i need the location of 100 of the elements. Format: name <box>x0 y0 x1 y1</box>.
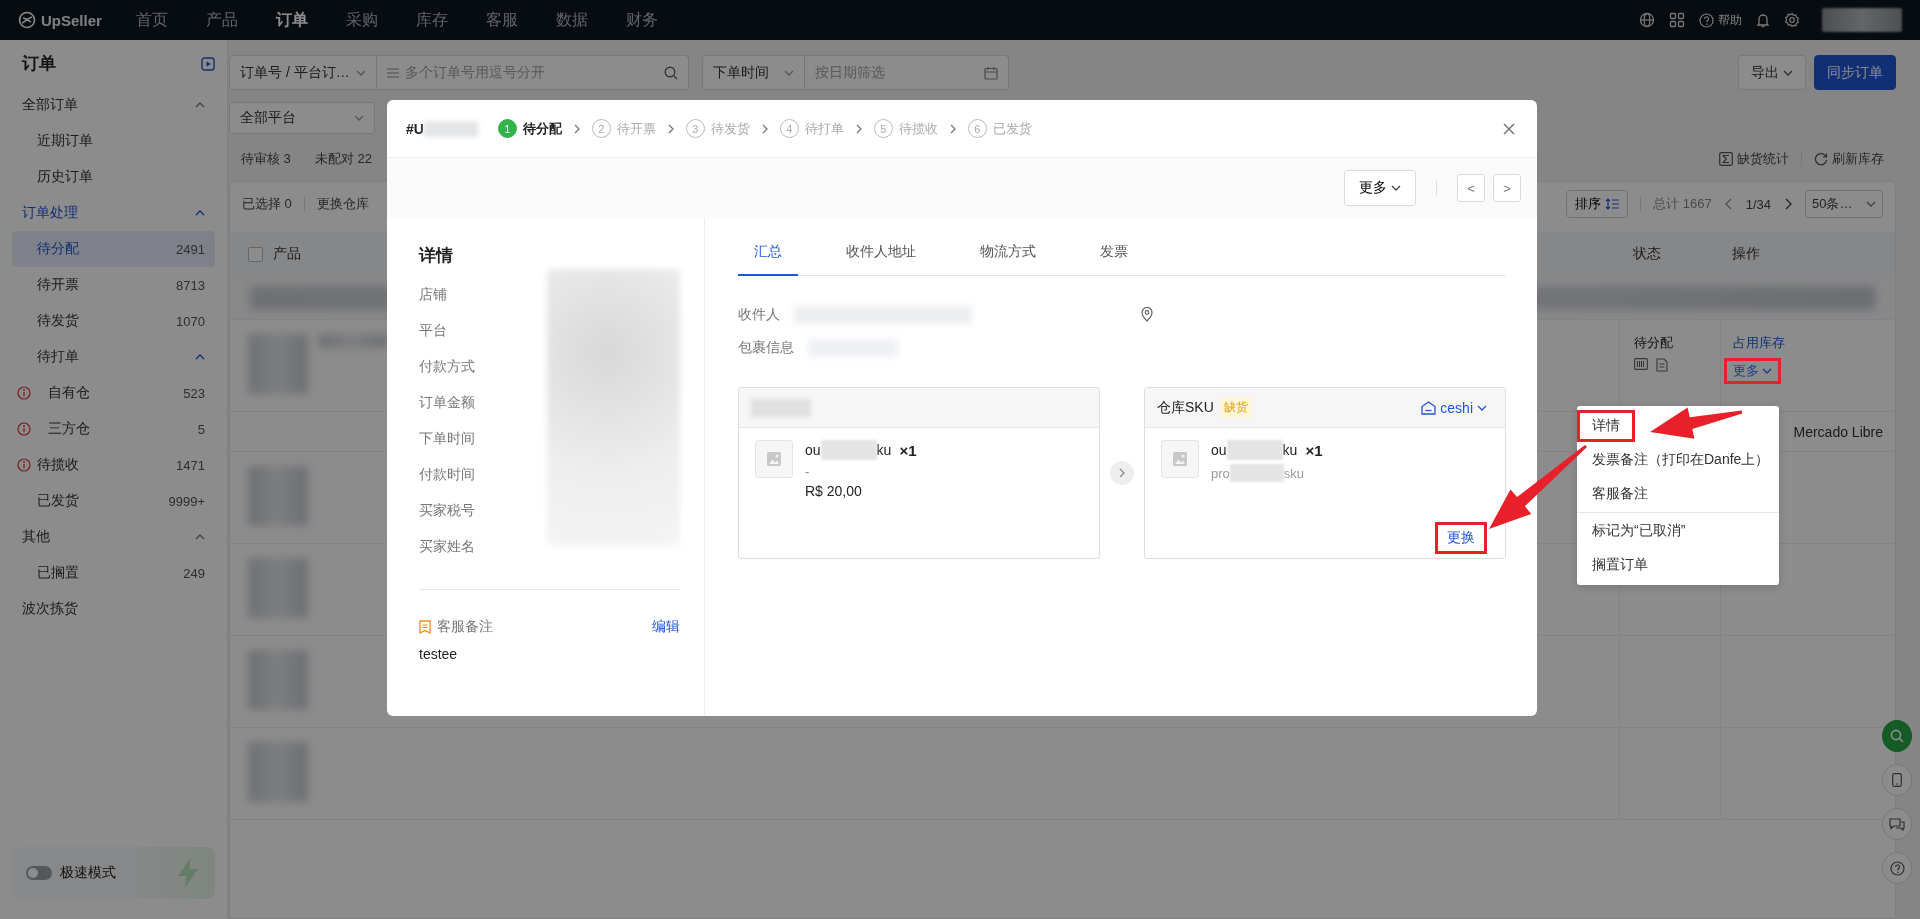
sort-button[interactable]: 排序 <box>1566 190 1629 218</box>
field-label: 买家姓名 <box>419 537 476 556</box>
menu-item[interactable]: 详情 <box>1577 410 1635 442</box>
platform-select[interactable]: 全部平台 <box>229 102 375 134</box>
toggle-switch[interactable] <box>26 866 52 880</box>
chevron-down-icon <box>1477 404 1487 411</box>
field-label: 付款方式 <box>419 357 476 376</box>
sidebar-item[interactable]: 自有仓 523 <box>12 375 215 411</box>
nav-item[interactable]: 财务 <box>625 9 658 31</box>
logo-text: UpSeller <box>41 11 102 29</box>
settings-icon[interactable] <box>1784 12 1800 28</box>
phone-button[interactable] <box>1882 764 1912 796</box>
variant-text: - <box>805 464 811 479</box>
blurred-region <box>1226 440 1283 460</box>
play-icon[interactable] <box>201 56 215 71</box>
search-button[interactable] <box>1882 720 1912 752</box>
chevron-down-icon <box>354 115 364 121</box>
product-name: ou <box>1211 442 1227 458</box>
sidebar-item[interactable]: 近期订单 <box>12 123 215 159</box>
nav-item[interactable]: 产品 <box>205 9 238 31</box>
avatar[interactable] <box>1822 8 1902 32</box>
sku-text: pro <box>1211 465 1230 481</box>
action-link[interactable]: 占用库存 <box>1733 334 1785 352</box>
price: R$ 20,00 <box>805 483 863 499</box>
sidebar-item[interactable]: 待分配 2491 <box>12 231 215 267</box>
progress-step: 2 待开票 <box>591 119 656 138</box>
menu-item[interactable]: 客服备注 <box>1577 478 1663 510</box>
progress-step: 1 待分配 <box>497 119 562 138</box>
bell-icon[interactable] <box>1756 12 1770 28</box>
nav-item[interactable]: 订单 <box>275 9 308 31</box>
field-label: 买家税号 <box>419 501 476 520</box>
time-field-select[interactable]: 下单时间 <box>702 55 805 90</box>
sidebar-item[interactable]: 已搁置 249 <box>12 555 215 591</box>
blurred-region <box>248 466 308 526</box>
tab[interactable]: 物流方式 <box>964 230 1052 276</box>
progress-step: 3 待发货 <box>685 119 750 138</box>
blurred-region <box>248 558 308 618</box>
export-button[interactable]: 导出 <box>1738 55 1806 90</box>
search-icon[interactable] <box>664 65 678 80</box>
sidebar-group[interactable]: 订单处理 <box>12 195 215 231</box>
stock-tag: 缺货 <box>1219 397 1252 418</box>
checkbox[interactable] <box>248 246 263 262</box>
sidebar-item[interactable]: 已发货 9999+ <box>12 483 215 519</box>
more-dropdown[interactable]: 更多 <box>1724 358 1781 384</box>
order-field-select[interactable]: 订单号 / 平台订… <box>229 55 377 90</box>
sidebar-group[interactable]: 波次拣货 <box>12 591 215 627</box>
nav-item[interactable]: 首页 <box>135 9 168 31</box>
sidebar-item[interactable]: 待发货 1070 <box>12 303 215 339</box>
menu-item[interactable]: 发票备注（打印在Danfe上） <box>1577 444 1785 476</box>
page-size-select[interactable]: 50条… <box>1805 190 1883 218</box>
image-icon <box>767 452 781 466</box>
menu-item[interactable]: 标记为“已取消” <box>1577 515 1701 547</box>
nav-item[interactable]: 库存 <box>415 9 448 31</box>
menu-item[interactable]: 搁置订单 <box>1577 549 1663 581</box>
previous-button[interactable]: < <box>1457 174 1485 202</box>
field-label: 店铺 <box>419 285 448 304</box>
location-pin-icon[interactable] <box>1141 307 1153 322</box>
sidebar-item[interactable]: 待打单 <box>12 339 215 375</box>
status-count[interactable]: 待审核 3 <box>241 149 291 168</box>
nav-item[interactable]: 数据 <box>555 9 588 31</box>
nav-item[interactable]: 客服 <box>485 9 518 31</box>
tab[interactable]: 汇总 <box>738 230 798 276</box>
shortage-stats-link[interactable]: 缺货统计 <box>1707 149 1801 168</box>
more-button[interactable]: 更多 <box>1344 170 1416 206</box>
sidebar-item[interactable]: 待揽收 1471 <box>12 447 215 483</box>
field-label: 订单金额 <box>419 393 476 412</box>
warehouse-select[interactable]: ceshi <box>1415 398 1493 417</box>
sidebar-item[interactable]: 待开票 8713 <box>12 267 215 303</box>
tab[interactable]: 发票 <box>1084 230 1144 276</box>
nav-item[interactable]: 采购 <box>345 9 378 31</box>
order-status: 待分配 <box>1634 334 1673 352</box>
chat-button[interactable] <box>1882 808 1912 840</box>
close-button[interactable] <box>1503 122 1515 135</box>
chevron-right-icon[interactable] <box>1785 198 1793 210</box>
sidebar-item[interactable]: 三方仓 5 <box>12 411 215 447</box>
apps-icon[interactable] <box>1669 12 1685 28</box>
status-count[interactable]: 未配对 22 <box>314 149 372 168</box>
field-label: 包裹信息 <box>738 338 794 357</box>
help-link[interactable]: 帮助 <box>1699 11 1742 29</box>
field-label: 平台 <box>419 321 448 340</box>
globe-icon[interactable] <box>1639 12 1655 28</box>
field-label: 收件人 <box>738 305 780 324</box>
column-header: 状态 <box>1632 245 1662 263</box>
field-label: 付款时间 <box>419 465 476 484</box>
chevron-left-icon[interactable] <box>1723 198 1732 210</box>
sync-orders-button[interactable]: 同步订单 <box>1814 55 1896 90</box>
replace-link[interactable]: 更换 <box>1435 522 1487 554</box>
sigma-icon <box>1719 151 1733 166</box>
sidebar-group[interactable]: 其他 <box>12 519 215 555</box>
edit-link[interactable]: 编辑 <box>652 618 680 636</box>
chevron-down-icon <box>356 69 366 76</box>
chat-icon <box>1889 817 1905 831</box>
sidebar-group[interactable]: 全部订单 <box>12 87 215 123</box>
blurred-region <box>1229 464 1284 482</box>
toolbar-link[interactable]: 更换仓库 <box>316 195 369 213</box>
sidebar-item[interactable]: 历史订单 <box>12 159 215 195</box>
refresh-stock-link[interactable]: 刷新库存 <box>1802 149 1896 168</box>
help-button[interactable] <box>1882 852 1912 884</box>
next-button[interactable]: > <box>1493 174 1521 202</box>
tab[interactable]: 收件人地址 <box>830 230 932 276</box>
